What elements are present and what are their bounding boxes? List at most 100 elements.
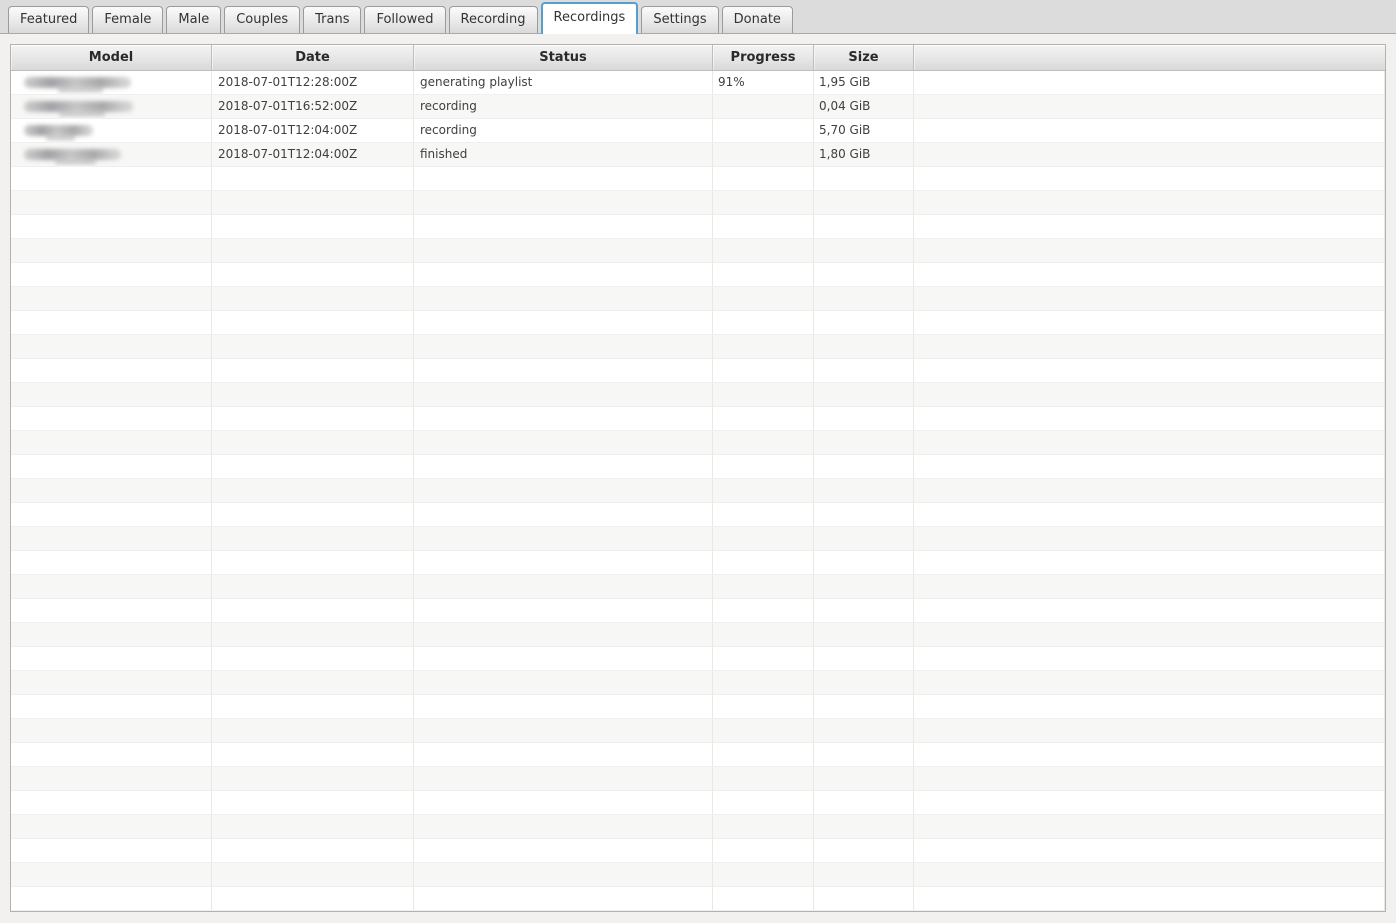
cell-size	[814, 239, 914, 262]
cell-model	[11, 575, 212, 598]
cell-status	[414, 671, 713, 694]
cell-date	[212, 575, 414, 598]
column-header-status[interactable]: Status	[414, 45, 713, 70]
cell-model	[11, 311, 212, 334]
cell-status	[414, 767, 713, 790]
cell-status: recording	[414, 119, 713, 142]
model-name-redacted	[24, 77, 131, 88]
tab-featured[interactable]: Featured	[8, 6, 89, 33]
cell-size	[814, 383, 914, 406]
cell-status	[414, 311, 713, 334]
cell-extra	[914, 503, 1385, 526]
table-body: 2018-07-01T12:28:00Zgenerating playlist9…	[11, 71, 1385, 911]
table-row-empty	[11, 383, 1385, 407]
cell-model	[11, 455, 212, 478]
cell-extra	[914, 239, 1385, 262]
cell-model	[11, 695, 212, 718]
cell-progress	[713, 551, 814, 574]
cell-model	[11, 431, 212, 454]
cell-progress	[713, 119, 814, 142]
tab-couples[interactable]: Couples	[224, 6, 300, 33]
column-header-model[interactable]: Model	[11, 45, 212, 70]
cell-progress	[713, 191, 814, 214]
cell-date	[212, 815, 414, 838]
cell-progress	[713, 575, 814, 598]
cell-model	[11, 551, 212, 574]
tab-recording[interactable]: Recording	[449, 6, 538, 33]
cell-progress	[713, 671, 814, 694]
cell-status	[414, 335, 713, 358]
cell-date: 2018-07-01T12:04:00Z	[212, 119, 414, 142]
notebook-page: ModelDateStatusProgressSize 2018-07-01T1…	[0, 34, 1396, 923]
cell-model	[11, 863, 212, 886]
cell-date	[212, 215, 414, 238]
table-row-empty	[11, 599, 1385, 623]
cell-date	[212, 839, 414, 862]
cell-status	[414, 719, 713, 742]
cell-extra	[914, 479, 1385, 502]
cell-size	[814, 623, 914, 646]
cell-status	[414, 791, 713, 814]
cell-extra	[914, 815, 1385, 838]
table-row[interactable]: 2018-07-01T12:04:00Zrecording5,70 GiB	[11, 119, 1385, 143]
cell-model	[11, 623, 212, 646]
cell-size	[814, 743, 914, 766]
cell-extra	[914, 143, 1385, 166]
cell-date: 2018-07-01T12:04:00Z	[212, 143, 414, 166]
cell-size	[814, 263, 914, 286]
cell-model	[11, 743, 212, 766]
column-header-date[interactable]: Date	[212, 45, 414, 70]
cell-extra	[914, 335, 1385, 358]
cell-date	[212, 335, 414, 358]
tab-donate[interactable]: Donate	[722, 6, 793, 33]
cell-date	[212, 263, 414, 286]
cell-size	[814, 839, 914, 862]
tab-settings[interactable]: Settings	[641, 6, 718, 33]
table-row[interactable]: 2018-07-01T16:52:00Zrecording0,04 GiB	[11, 95, 1385, 119]
model-name-redacted	[24, 101, 133, 112]
cell-size	[814, 215, 914, 238]
cell-status	[414, 575, 713, 598]
cell-status	[414, 239, 713, 262]
cell-extra	[914, 383, 1385, 406]
cell-model	[11, 503, 212, 526]
cell-model	[11, 167, 212, 190]
tab-trans[interactable]: Trans	[303, 6, 361, 33]
cell-extra	[914, 263, 1385, 286]
cell-date	[212, 359, 414, 382]
cell-size	[814, 887, 914, 910]
table-row-empty	[11, 239, 1385, 263]
cell-size	[814, 359, 914, 382]
cell-size	[814, 527, 914, 550]
cell-size	[814, 815, 914, 838]
cell-progress	[713, 767, 814, 790]
table-row-empty	[11, 527, 1385, 551]
table-row-empty	[11, 407, 1385, 431]
table-row-empty	[11, 191, 1385, 215]
cell-extra	[914, 863, 1385, 886]
table-row-empty	[11, 431, 1385, 455]
cell-extra	[914, 191, 1385, 214]
table-row[interactable]: 2018-07-01T12:04:00Zfinished1,80 GiB	[11, 143, 1385, 167]
cell-status	[414, 407, 713, 430]
cell-status	[414, 623, 713, 646]
table-row-empty	[11, 623, 1385, 647]
cell-extra	[914, 215, 1385, 238]
column-header-size[interactable]: Size	[814, 45, 914, 70]
cell-date	[212, 767, 414, 790]
cell-progress	[713, 167, 814, 190]
table-row[interactable]: 2018-07-01T12:28:00Zgenerating playlist9…	[11, 71, 1385, 95]
table-row-empty	[11, 263, 1385, 287]
cell-size	[814, 503, 914, 526]
model-name-redacted	[24, 149, 121, 160]
cell-progress	[713, 719, 814, 742]
cell-status	[414, 191, 713, 214]
cell-extra	[914, 791, 1385, 814]
tab-followed[interactable]: Followed	[364, 6, 445, 33]
cell-date	[212, 671, 414, 694]
cell-progress	[713, 695, 814, 718]
column-header-progress[interactable]: Progress	[713, 45, 814, 70]
tab-female[interactable]: Female	[92, 6, 163, 33]
tab-male[interactable]: Male	[166, 6, 221, 33]
tab-recordings[interactable]: Recordings	[541, 2, 639, 34]
